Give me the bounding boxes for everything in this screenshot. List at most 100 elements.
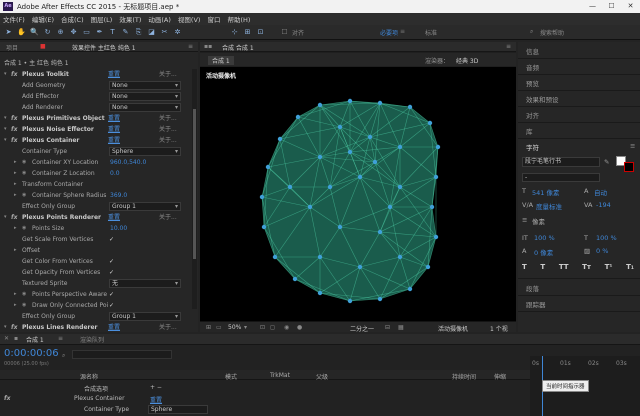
axis-world-icon[interactable]: ⊞ [243,28,252,37]
tab-effect-controls[interactable]: 效果控件 主红色 纯色 1 [72,43,136,52]
expand-triangle-icon[interactable]: ▸ [14,179,17,190]
comp-flowchart-tab[interactable]: 合成 1 [208,56,234,65]
font-style-dropdown[interactable]: - [522,173,600,182]
property-checkbox[interactable]: ✓ [109,256,114,267]
menu-window[interactable]: 窗口 [207,14,220,24]
effect-row-add-effector[interactable]: Add Effector None [0,91,190,102]
tab-project[interactable]: 项目 [6,43,18,52]
effect-controls-scrollbar[interactable] [192,69,197,309]
property-value[interactable]: 960.0,540.0 [110,157,146,168]
effect-about-link[interactable]: 关于... [159,69,177,80]
tab-render-queue[interactable]: 渲染队列 [80,335,104,344]
menu-effect[interactable]: 效果(T) [119,14,141,24]
faux-italic-button[interactable]: T [540,263,545,271]
workspace-default[interactable]: 必要项 [380,28,398,37]
axis-local-icon[interactable]: ⊹ [230,28,239,37]
stroke-color-swatch[interactable] [624,162,634,172]
font-size-value[interactable]: 541 像素 [532,187,559,197]
expand-triangle-icon[interactable]: ▾ [4,124,7,135]
monitor-icon[interactable]: ▭ [216,324,222,331]
renderer-value[interactable]: 经典 3D [456,56,478,65]
timeline-search-icon[interactable]: ⌕ [62,352,65,360]
menu-layer[interactable]: 图层(L) [91,14,113,24]
property-checkbox[interactable]: ✓ [109,234,114,245]
timeline-menu-icon[interactable]: ≡ [58,335,63,342]
effect-reset-link[interactable]: 重置 [108,322,120,333]
effect-reset-link[interactable]: 重置 [108,135,120,146]
baseline-shift-value[interactable]: 0 像素 [534,247,553,257]
effect-row-plexus-toolkit[interactable]: ▾ fx Plexus Toolkit 重置 关于... [0,69,190,80]
zoom-tool-icon[interactable]: 🔍 [30,28,39,37]
expand-triangle-icon[interactable]: ▾ [4,135,7,146]
effect-row-textured-sprite[interactable]: Textured Sprite 无 [0,278,190,289]
timeline-ruler-area[interactable]: 0s 01s 02s 03s 当前时间指示器 [530,356,640,416]
snapshot-icon[interactable]: ◉ [284,324,289,331]
menu-view[interactable]: 视图(V) [178,14,201,24]
effect-row-add-geometry[interactable]: Add Geometry None [0,80,190,91]
small-caps-button[interactable]: Tт [582,263,591,271]
workspace-menu-icon[interactable]: ≡ [400,28,405,35]
expand-triangle-icon[interactable]: ▸ [14,168,17,179]
timeline-grip-icon[interactable]: ▪ [14,335,18,342]
panel-effects-presets[interactable]: 效果和预设 [526,94,559,104]
stopwatch-icon[interactable]: ◉ [22,157,26,168]
lock-icon[interactable]: ■ [40,43,46,50]
col-parent[interactable]: 父级 [316,372,328,381]
effect-row-transform-container[interactable]: ▸ Transform Container [0,179,190,190]
stroke-width-value[interactable]: 像素 [532,216,545,226]
brush-tool-icon[interactable]: ✎ [121,28,130,37]
panel-paragraph[interactable]: 段落 [526,283,539,293]
container-type-dropdown[interactable]: Sphere [148,405,208,414]
kerning-value[interactable]: 度量标准 [536,201,562,211]
property-dropdown[interactable]: None [109,81,181,90]
effect-about-link[interactable]: 关于... [159,322,177,333]
effect-row-plexus-primitives-object[interactable]: ▾ fx Plexus Primitives Object 重置 关于... [0,113,190,124]
panel-menu-icon[interactable]: ≡ [188,43,193,50]
selection-tool-icon[interactable]: ➤ [4,28,13,37]
expand-triangle-icon[interactable]: ▸ [14,300,17,311]
effect-about-link[interactable]: 关于... [159,212,177,223]
search-help-input[interactable]: 搜索帮助 [540,28,564,37]
layer-row-comp-options[interactable]: 合成选项 [84,384,108,393]
add-property-icon[interactable]: + − [150,384,162,391]
superscript-button[interactable]: T¹ [605,263,613,271]
effect-about-link[interactable]: 关于... [159,124,177,135]
vertical-scale-value[interactable]: 100 % [534,234,555,242]
rotate-tool-icon[interactable]: ↻ [43,28,52,37]
color-channel-icon[interactable]: ● [297,324,302,331]
hand-tool-icon[interactable]: ✋ [17,28,26,37]
puppet-tool-icon[interactable]: ✲ [173,28,182,37]
axis-view-icon[interactable]: ⊡ [256,28,265,37]
expand-triangle-icon[interactable]: ▾ [4,322,7,333]
workspace-standard[interactable]: 标准 [425,28,437,37]
fx-icon[interactable]: fx [11,135,17,146]
effect-about-link[interactable]: 关于... [159,113,177,124]
property-checkbox[interactable]: ✓ [109,289,114,300]
resolution-dropdown[interactable]: 二分之一 [350,324,374,333]
safe-frame-icon[interactable]: ⊡ [260,324,265,331]
camera-tool-icon[interactable]: ⊕ [56,28,65,37]
menu-animation[interactable]: 动画(A) [148,14,171,24]
timeline-search-input[interactable] [72,350,172,359]
region-icon[interactable]: ⊟ [385,324,390,331]
effect-row-plexus-lines-renderer[interactable]: ▾ fx Plexus Lines Renderer 重置 关于... [0,322,190,333]
property-value[interactable]: 0.0 [110,168,120,179]
expand-triangle-icon[interactable]: ▸ [14,245,17,256]
effect-row-offset[interactable]: ▸ Offset [0,245,190,256]
stopwatch-icon[interactable]: ◉ [22,289,26,300]
effect-reset-link[interactable]: 重置 [108,69,120,80]
pan-behind-tool-icon[interactable]: ✥ [69,28,78,37]
effect-row-container-type[interactable]: Container Type Sphere [0,146,190,157]
fx-icon[interactable]: fx [11,322,17,333]
always-preview-icon[interactable]: ⊞ [206,324,211,331]
property-dropdown[interactable]: Group 1 [109,202,181,211]
expand-triangle-icon[interactable]: ▸ [14,190,17,201]
zoom-dropdown-icon[interactable]: ▾ [244,324,247,331]
col-source-name[interactable]: 源名称 [80,372,98,381]
faux-bold-button[interactable]: T [522,263,527,271]
expand-triangle-icon[interactable]: ▾ [4,69,7,80]
property-dropdown[interactable]: Sphere [109,147,181,156]
effect-row-add-renderer[interactable]: Add Renderer None [0,102,190,113]
eyedropper-icon[interactable]: ✎ [604,158,609,166]
camera-dropdown[interactable]: 活动摄像机 [438,324,468,333]
